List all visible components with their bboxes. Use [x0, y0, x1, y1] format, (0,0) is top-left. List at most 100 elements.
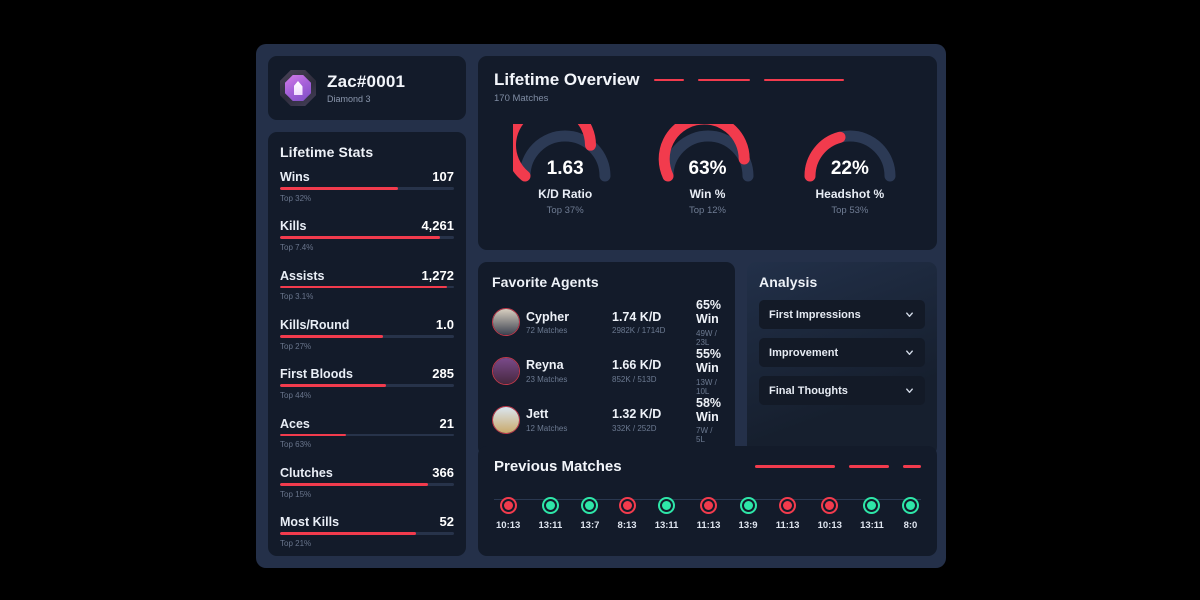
stat-progress-track	[280, 384, 454, 387]
agent-row[interactable]: Cypher 72 Matches 1.74 K/D 2982K / 1714D 65%…	[492, 298, 721, 347]
player-profile-card[interactable]: Zac#0001 Diamond 3	[268, 56, 466, 120]
lifetime-stats-title: Lifetime Stats	[280, 144, 374, 160]
agent-name-cell: Reyna 23 Matches	[526, 358, 612, 383]
analysis-panel: Analysis First Impressions Improvement Fin…	[747, 262, 938, 457]
analysis-accordion-item[interactable]: Improvement	[759, 338, 926, 367]
player-name: Zac#0001	[327, 72, 406, 92]
matches-decorative-dashes	[755, 465, 922, 468]
match-result-dot	[658, 496, 676, 514]
agent-win-detail: 13W / 10L	[696, 377, 717, 396]
match-result-item[interactable]: 13:11	[538, 496, 562, 531]
chevron-down-icon[interactable]	[904, 309, 915, 320]
gauge-value: 63%	[688, 158, 727, 179]
agent-avatar	[492, 405, 520, 434]
match-result-item[interactable]: 13:11	[860, 496, 884, 531]
stat-value: 21	[439, 415, 454, 431]
stat-row: Kills 4,261 Top 7.4%	[280, 218, 454, 252]
previous-matches-strip: 10:13 13:11 13:7 8:13 13:11 11:13 13:9 11:13 10:…	[494, 481, 922, 546]
stat-row: Most Kills 52 Top 21%	[280, 514, 454, 548]
stat-progress-track	[280, 532, 454, 535]
analysis-accordion-list: First Impressions Improvement Final Though…	[759, 300, 926, 405]
chevron-down-icon[interactable]	[904, 347, 915, 358]
agent-kd-detail: 852K / 513D	[612, 374, 657, 384]
match-result-dot	[739, 496, 757, 514]
stat-head: Most Kills 52	[280, 514, 454, 529]
agent-name-cell: Cypher 72 Matches	[526, 310, 612, 335]
stat-value: 52	[439, 514, 454, 530]
stat-progress-track	[280, 483, 454, 486]
favorite-agents-panel: Favorite Agents Cypher 72 Matches 1.74 K/D…	[478, 262, 736, 457]
match-result-item[interactable]: 13:7	[580, 496, 599, 531]
stat-value: 1.0	[435, 317, 454, 333]
decorative-dash	[763, 78, 844, 82]
stat-head: First Bloods 285	[280, 366, 454, 381]
analysis-accordion-item[interactable]: First Impressions	[759, 300, 926, 329]
agent-row[interactable]: Reyna 23 Matches 1.66 K/D 852K / 513D 55% Wi…	[492, 347, 721, 396]
stat-percentile: Top 44%	[280, 390, 312, 400]
gauge-arc: 1.63	[513, 124, 617, 182]
match-result-item[interactable]: 10:13	[496, 496, 520, 531]
decorative-dash	[697, 78, 750, 82]
stat-progress-fill	[280, 236, 441, 239]
agent-win-detail: 49W / 23L	[696, 328, 717, 347]
match-score: 13:9	[738, 519, 758, 531]
stat-head: Wins 107	[280, 169, 454, 184]
gauge-label: Headshot %	[815, 187, 885, 201]
lifetime-overview-panel: Lifetime Overview 170 Matches 1.63 K/D Ra…	[478, 56, 938, 250]
agent-name-cell: Jett 12 Matches	[526, 407, 612, 432]
agent-name: Jett	[526, 407, 549, 422]
match-score: 11:13	[696, 519, 721, 531]
stat-head: Assists 1,272	[280, 268, 454, 283]
match-score: 8:0	[903, 519, 918, 531]
analysis-item-label: First Impressions	[769, 308, 861, 321]
app-window: Zac#0001 Diamond 3 Lifetime Stats Wins 10…	[256, 44, 946, 568]
agent-row[interactable]: Jett 12 Matches 1.32 K/D 332K / 252D 58% Win…	[492, 395, 722, 444]
match-result-item[interactable]: 10:13	[818, 496, 842, 531]
match-score: 11:13	[775, 519, 800, 531]
match-result-dot	[700, 496, 717, 514]
match-score: 13:11	[860, 519, 884, 531]
agent-kd: 1.66 K/D	[612, 358, 662, 373]
stat-value: 366	[432, 465, 454, 481]
gauge-label: Win %	[689, 187, 726, 201]
match-result-dot	[779, 496, 797, 514]
stat-progress-fill	[280, 384, 387, 387]
stat-percentile: Top 27%	[280, 341, 312, 351]
lifetime-stats-panel: Lifetime Stats Wins 107 Top 32% Kills 4,261 T…	[268, 132, 466, 556]
gauge-percentile: Top 12%	[689, 205, 726, 216]
agent-kd-cell: 1.74 K/D 2982K / 1714D	[612, 310, 696, 335]
stat-percentile: Top 15%	[280, 489, 312, 499]
decorative-dash	[903, 465, 922, 468]
agent-kd-cell: 1.32 K/D 332K / 252D	[612, 407, 696, 432]
stat-head: Aces 21	[280, 416, 454, 431]
match-result-item[interactable]: 8:0	[901, 496, 919, 531]
right-column: Lifetime Overview 170 Matches 1.63 K/D Ra…	[478, 56, 938, 556]
match-score: 8:13	[617, 519, 637, 531]
overview-title: Lifetime Overview	[494, 70, 640, 89]
stat-label: Aces	[280, 416, 310, 431]
agent-kd: 1.32 K/D	[612, 407, 662, 422]
stat-label: Kills/Round	[280, 318, 350, 333]
match-result-item[interactable]: 13:11	[655, 496, 678, 531]
stat-percentile: Top 7.4%	[280, 242, 314, 252]
gauge-percentile: Top 37%	[546, 205, 584, 216]
stat-row: Clutches 366 Top 15%	[280, 465, 454, 499]
agent-kd-cell: 1.66 K/D 852K / 513D	[612, 358, 696, 383]
stat-label: First Bloods	[280, 367, 353, 382]
match-result-item[interactable]: 11:13	[775, 496, 800, 531]
stat-progress-fill	[280, 483, 428, 486]
stat-row: Aces 21 Top 63%	[280, 416, 454, 449]
agent-win-cell: 65% Win 49W / 23L	[696, 298, 721, 347]
agent-winrate: 58% Win	[696, 395, 722, 424]
agent-avatar	[492, 308, 520, 337]
match-result-item[interactable]: 8:13	[617, 496, 637, 531]
stat-progress-fill	[280, 532, 416, 535]
gauge-value: 1.63	[546, 158, 584, 179]
stat-head: Kills 4,261	[280, 218, 454, 233]
agent-kd-detail: 332K / 252D	[612, 423, 657, 433]
stat-progress-fill	[280, 335, 383, 338]
chevron-down-icon[interactable]	[904, 385, 915, 396]
match-result-item[interactable]: 13:9	[738, 496, 758, 531]
match-result-item[interactable]: 11:13	[696, 496, 721, 531]
analysis-accordion-item[interactable]: Final Thoughts	[759, 376, 926, 405]
